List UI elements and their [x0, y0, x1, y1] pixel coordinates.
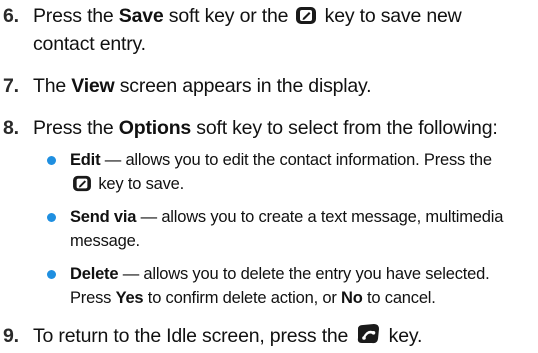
step-text: Press the Save soft key or the key to sa…	[33, 5, 462, 55]
step-text: To return to the Idle screen, press the …	[33, 323, 423, 347]
step-number: 8.	[3, 117, 19, 139]
bullet-icon	[47, 270, 56, 279]
option-text: Edit — allows you to edit the contact in…	[70, 151, 492, 193]
step-number: 6.	[3, 5, 19, 27]
ok-key-icon	[295, 6, 317, 25]
step-number: 7.	[3, 75, 19, 97]
option-text: Delete — allows you to delete the entry …	[70, 265, 490, 307]
option-text: Send via — allows you to create a text m…	[70, 208, 504, 250]
step-text: Press the Options soft key to select fro…	[33, 117, 498, 139]
bullet-icon	[47, 213, 56, 222]
step-text: The View screen appears in the display.	[33, 75, 372, 97]
end-key-icon	[355, 323, 381, 345]
step-number: 9.	[3, 325, 19, 347]
bullet-icon	[47, 156, 56, 165]
ok-key-icon	[72, 175, 92, 192]
